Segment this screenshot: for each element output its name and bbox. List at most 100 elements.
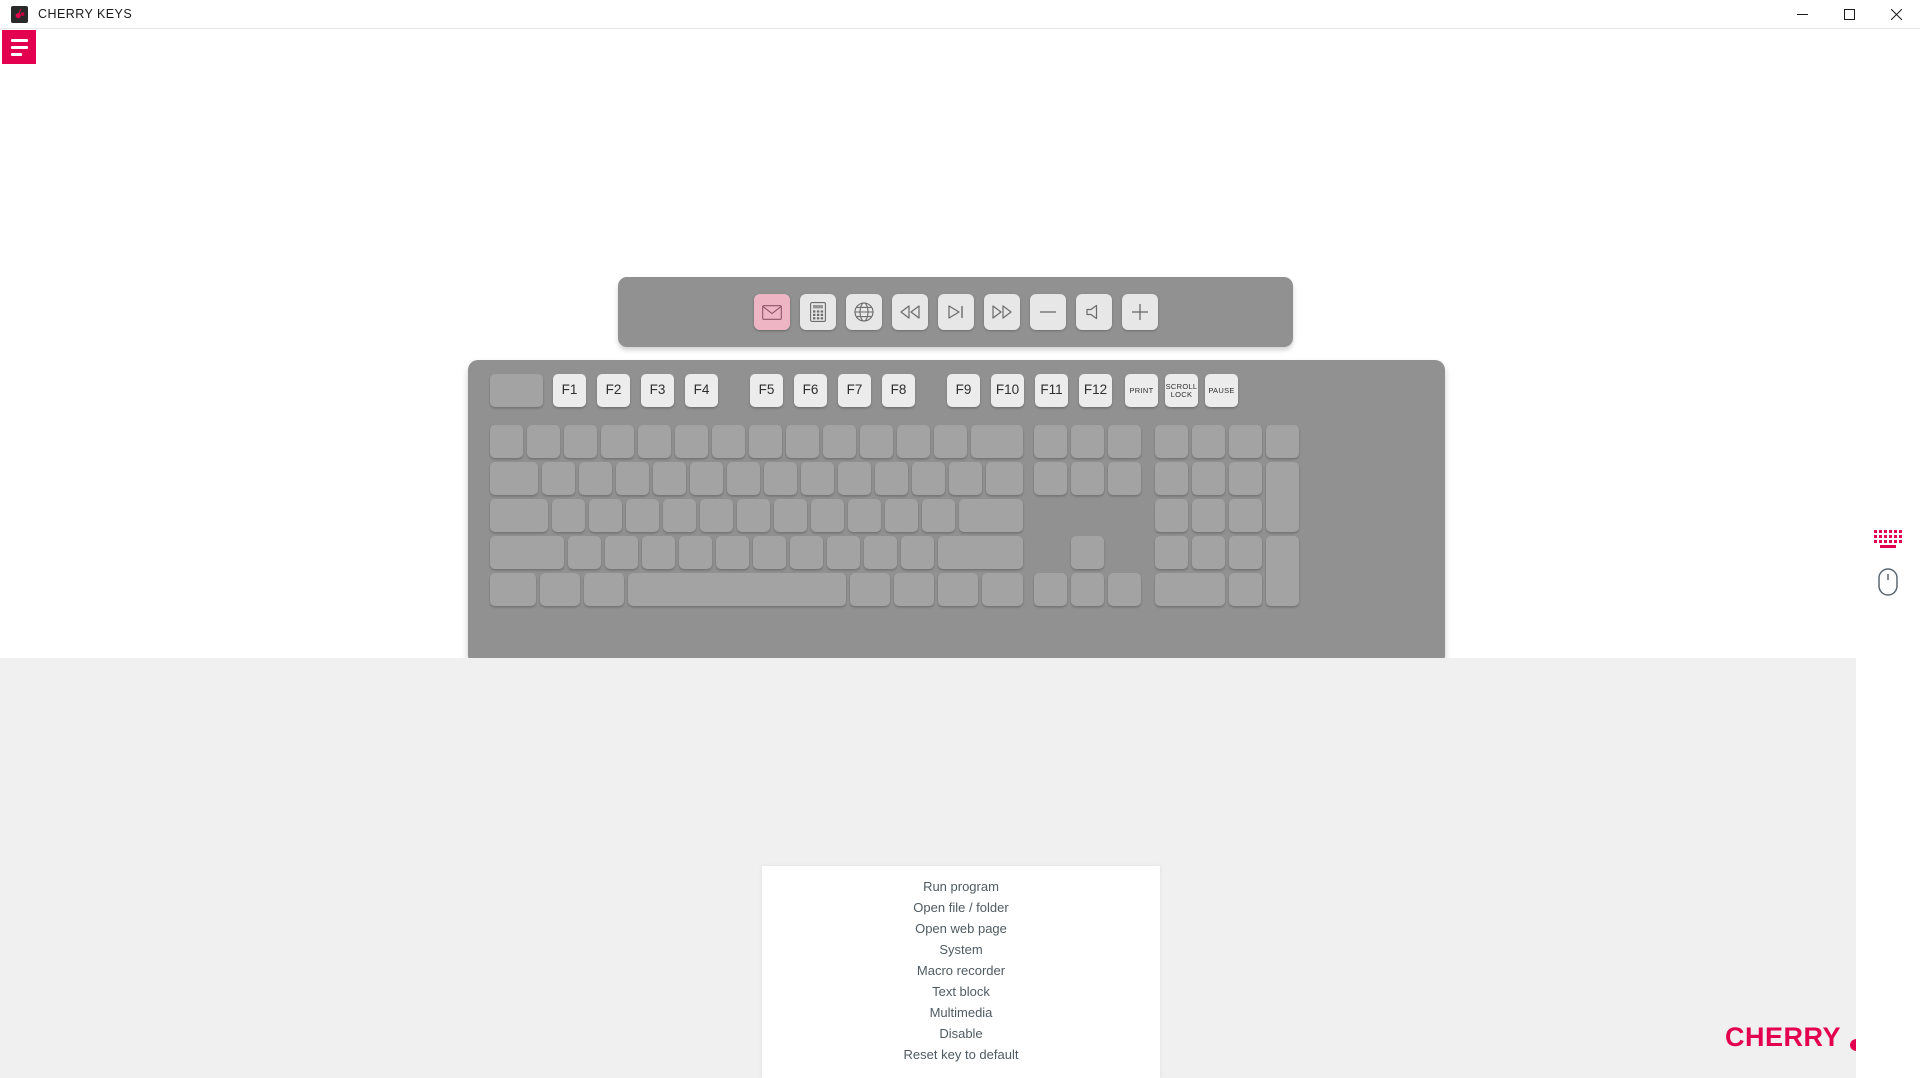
key-n[interactable]: [753, 536, 786, 569]
media-key-browser[interactable]: [845, 294, 882, 330]
media-key-play_pause[interactable]: [937, 294, 974, 330]
key-t[interactable]: [690, 462, 723, 495]
key-quote[interactable]: [922, 499, 955, 532]
key-2[interactable]: [564, 425, 597, 458]
menu-item-run-program[interactable]: Run program: [762, 876, 1160, 897]
key-i[interactable]: [801, 462, 834, 495]
key-d[interactable]: [626, 499, 659, 532]
key-f5[interactable]: F5: [750, 374, 783, 407]
key-capslock[interactable]: [490, 499, 548, 532]
key-backspace[interactable]: [971, 425, 1023, 458]
key-numpad-decimal[interactable]: [1229, 573, 1262, 606]
maximize-icon[interactable]: [1826, 0, 1873, 29]
minimize-icon[interactable]: [1779, 0, 1826, 29]
media-key-calculator[interactable]: [799, 294, 836, 330]
key-5[interactable]: [675, 425, 708, 458]
menu-item-open-web-page[interactable]: Open web page: [762, 918, 1160, 939]
key-v[interactable]: [679, 536, 712, 569]
key-f12[interactable]: F12: [1079, 374, 1112, 407]
key-j[interactable]: [774, 499, 807, 532]
key-numlock[interactable]: [1155, 425, 1188, 458]
key-s[interactable]: [589, 499, 622, 532]
key-f10[interactable]: F10: [991, 374, 1024, 407]
key-6[interactable]: [712, 425, 745, 458]
key-alt-left[interactable]: [584, 573, 624, 606]
key-numpad-5[interactable]: [1192, 499, 1225, 532]
key-numpad-8[interactable]: [1192, 462, 1225, 495]
key-semicolon[interactable]: [885, 499, 918, 532]
key-f6[interactable]: F6: [794, 374, 827, 407]
key-win-right[interactable]: [894, 573, 934, 606]
key-slash[interactable]: [901, 536, 934, 569]
key-arrow-up[interactable]: [1071, 536, 1104, 569]
menu-item-reset-key-to-default[interactable]: Reset key to default: [762, 1044, 1160, 1065]
key-f8[interactable]: F8: [882, 374, 915, 407]
key-9[interactable]: [823, 425, 856, 458]
key-z[interactable]: [568, 536, 601, 569]
key-arrow-left[interactable]: [1034, 573, 1067, 606]
key-numpad-enter[interactable]: [1266, 536, 1299, 606]
key-numpad-4[interactable]: [1155, 499, 1188, 532]
key-period[interactable]: [864, 536, 897, 569]
key-home[interactable]: [1071, 425, 1104, 458]
menu-item-text-block[interactable]: Text block: [762, 981, 1160, 1002]
key-equals[interactable]: [934, 425, 967, 458]
key-p[interactable]: [875, 462, 908, 495]
key-w[interactable]: [579, 462, 612, 495]
key-f2[interactable]: F2: [597, 374, 630, 407]
key-g[interactable]: [700, 499, 733, 532]
key-space[interactable]: [628, 573, 846, 606]
key-u[interactable]: [764, 462, 797, 495]
key-numpad-3[interactable]: [1229, 536, 1262, 569]
key-3[interactable]: [601, 425, 634, 458]
key-shift-right[interactable]: [938, 536, 1023, 569]
key-shift-left[interactable]: [490, 536, 564, 569]
key-delete[interactable]: [1034, 462, 1067, 495]
key-f7[interactable]: F7: [838, 374, 871, 407]
key-q[interactable]: [542, 462, 575, 495]
key-numpad-multiply[interactable]: [1229, 425, 1262, 458]
key-h[interactable]: [737, 499, 770, 532]
key-enter[interactable]: [959, 499, 1023, 532]
media-key-mail[interactable]: [753, 294, 790, 330]
menu-item-system[interactable]: System: [762, 939, 1160, 960]
key-esc[interactable]: [490, 374, 543, 407]
key-numpad-6[interactable]: [1229, 499, 1262, 532]
key-numpad-subtract[interactable]: [1266, 425, 1299, 458]
key-l[interactable]: [848, 499, 881, 532]
key-end[interactable]: [1071, 462, 1104, 495]
key-numpad-9[interactable]: [1229, 462, 1262, 495]
menu-item-disable[interactable]: Disable: [762, 1023, 1160, 1044]
key-0[interactable]: [860, 425, 893, 458]
hamburger-menu-icon[interactable]: [2, 30, 36, 64]
key-minus[interactable]: [897, 425, 930, 458]
key-b[interactable]: [716, 536, 749, 569]
key-k[interactable]: [811, 499, 844, 532]
media-key-previous[interactable]: [891, 294, 928, 330]
key-numpad-divide[interactable]: [1192, 425, 1225, 458]
mouse-icon[interactable]: [1870, 564, 1906, 600]
key-bracket-left[interactable]: [912, 462, 945, 495]
key-c[interactable]: [642, 536, 675, 569]
key-win-left[interactable]: [540, 573, 580, 606]
key-scroll-lock[interactable]: SCROLL LOCK: [1165, 374, 1198, 407]
key-ctrl-left[interactable]: [490, 573, 536, 606]
key-pause[interactable]: PAUSE: [1205, 374, 1238, 407]
menu-item-macro-recorder[interactable]: Macro recorder: [762, 960, 1160, 981]
key-bracket-right[interactable]: [949, 462, 982, 495]
key-f11[interactable]: F11: [1035, 374, 1068, 407]
key-insert[interactable]: [1034, 425, 1067, 458]
key-numpad-0[interactable]: [1155, 573, 1225, 606]
key-arrow-right[interactable]: [1108, 573, 1141, 606]
media-key-mute[interactable]: [1075, 294, 1112, 330]
key-arrow-down[interactable]: [1071, 573, 1104, 606]
key-7[interactable]: [749, 425, 782, 458]
key-f1[interactable]: F1: [553, 374, 586, 407]
key-y[interactable]: [727, 462, 760, 495]
close-icon[interactable]: [1873, 0, 1920, 29]
key-f3[interactable]: F3: [641, 374, 674, 407]
key-altgr[interactable]: [850, 573, 890, 606]
key-tab[interactable]: [490, 462, 538, 495]
key-a[interactable]: [552, 499, 585, 532]
key-pageup[interactable]: [1108, 425, 1141, 458]
